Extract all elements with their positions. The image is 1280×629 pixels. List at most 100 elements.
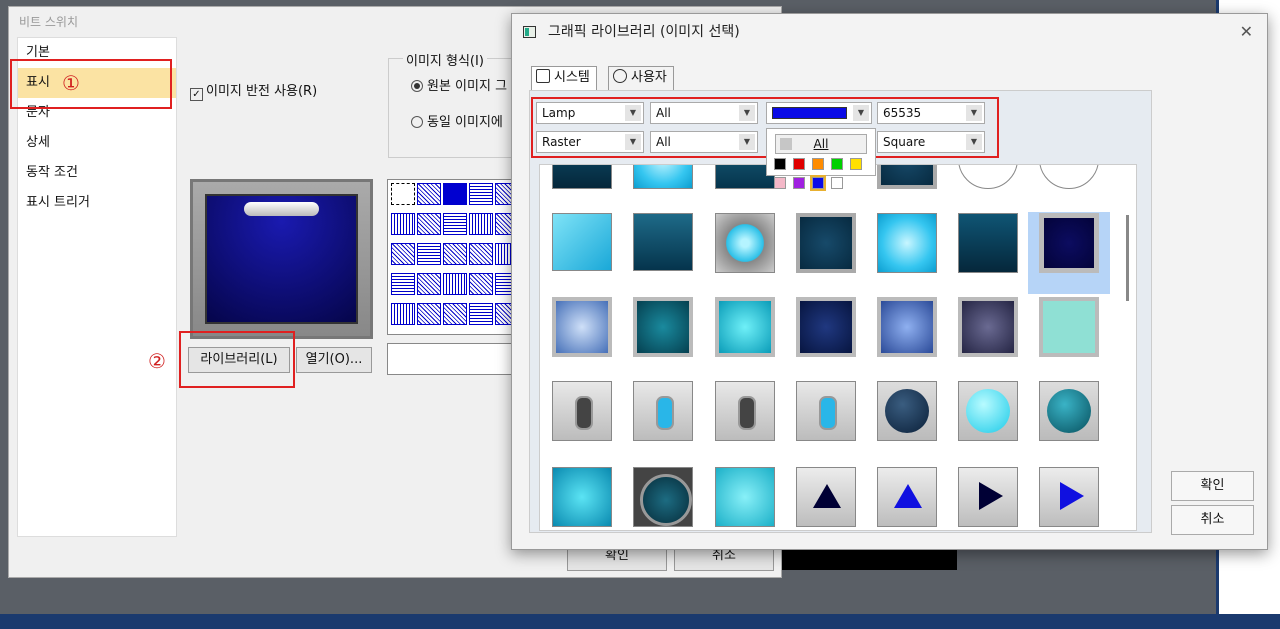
step-marker-2: ② bbox=[148, 349, 166, 373]
grid-item[interactable] bbox=[796, 467, 856, 527]
grid-item[interactable] bbox=[958, 165, 1018, 189]
pattern-swatch[interactable] bbox=[417, 213, 441, 235]
image-preview bbox=[190, 179, 373, 339]
grid-item[interactable] bbox=[1039, 381, 1099, 441]
library-app-icon bbox=[523, 26, 536, 38]
highlight-box-filters bbox=[531, 97, 999, 158]
grid-item[interactable] bbox=[877, 213, 937, 273]
pattern-swatch[interactable] bbox=[443, 303, 467, 325]
grid-item[interactable] bbox=[877, 467, 937, 527]
color-swatch-option[interactable] bbox=[793, 177, 805, 189]
pattern-swatch[interactable] bbox=[417, 183, 441, 205]
image-format-title: 이미지 형식(I) bbox=[403, 50, 487, 69]
grid-item[interactable] bbox=[958, 213, 1018, 273]
grid-item[interactable] bbox=[552, 381, 612, 441]
grid-item[interactable] bbox=[552, 467, 612, 527]
highlight-box-display bbox=[10, 59, 172, 109]
pattern-swatch[interactable] bbox=[391, 213, 415, 235]
pattern-swatch[interactable] bbox=[443, 183, 467, 205]
library-cancel-button[interactable]: 취소 bbox=[1171, 505, 1254, 535]
grid-item[interactable] bbox=[877, 381, 937, 441]
pattern-swatch[interactable] bbox=[469, 243, 493, 265]
invert-image-label: 이미지 반전 사용(R) bbox=[206, 84, 318, 99]
tab-user[interactable]: 사용자 bbox=[608, 66, 674, 90]
pattern-swatch[interactable] bbox=[391, 303, 415, 325]
pattern-swatch[interactable] bbox=[469, 273, 493, 295]
grid-item[interactable] bbox=[796, 381, 856, 441]
grid-scrollbar[interactable] bbox=[1126, 215, 1129, 301]
grid-item[interactable] bbox=[715, 467, 775, 527]
grid-item[interactable] bbox=[715, 297, 775, 357]
pattern-swatch[interactable] bbox=[443, 213, 467, 235]
pattern-swatch[interactable] bbox=[391, 243, 415, 265]
grid-item[interactable] bbox=[633, 467, 693, 527]
settings-nav: 기본 표시 문자 상세 동작 조건 표시 트리거 bbox=[17, 37, 177, 537]
radio-same[interactable]: 동일 이미지에 bbox=[411, 111, 523, 130]
pattern-swatch[interactable] bbox=[469, 183, 493, 205]
pattern-swatch[interactable] bbox=[417, 243, 441, 265]
library-ok-button[interactable]: 확인 bbox=[1171, 471, 1254, 501]
pattern-swatch[interactable] bbox=[417, 303, 441, 325]
pattern-swatch[interactable] bbox=[417, 273, 441, 295]
nav-item-detail[interactable]: 상세 bbox=[18, 128, 176, 158]
grid-item[interactable] bbox=[552, 213, 612, 271]
library-title: 그래픽 라이브러리 (이미지 선택) bbox=[548, 24, 740, 40]
library-titlebar: 그래픽 라이브러리 (이미지 선택) ✕ bbox=[512, 14, 1267, 50]
color-swatch-option[interactable] bbox=[850, 158, 862, 170]
pattern-field[interactable] bbox=[387, 343, 517, 375]
grid-item[interactable] bbox=[958, 381, 1018, 441]
pattern-swatch[interactable] bbox=[469, 303, 493, 325]
gray-swatch-icon bbox=[780, 138, 792, 150]
color-all-label: All bbox=[813, 137, 829, 151]
grid-item[interactable] bbox=[1039, 467, 1099, 527]
image-format-group: 이미지 형식(I) 원본 이미지 그 동일 이미지에 bbox=[388, 50, 523, 158]
radio-same-label: 동일 이미지에 bbox=[427, 115, 503, 130]
tab-system-label: 시스템 bbox=[554, 70, 590, 85]
preview-lamp bbox=[205, 194, 358, 324]
pattern-swatch[interactable] bbox=[391, 273, 415, 295]
grid-item[interactable] bbox=[796, 213, 856, 273]
tab-system[interactable]: 시스템 bbox=[531, 66, 597, 90]
color-swatch-option[interactable] bbox=[831, 158, 843, 170]
nav-item-trigger[interactable]: 표시 트리거 bbox=[18, 188, 176, 218]
highlight-box-library bbox=[179, 331, 295, 388]
grid-item[interactable] bbox=[958, 467, 1018, 527]
step-marker-1: ① bbox=[62, 71, 80, 95]
color-swatch-option[interactable] bbox=[810, 175, 826, 191]
color-swatch-option[interactable] bbox=[812, 158, 824, 170]
bottom-bar bbox=[0, 614, 1280, 629]
pattern-swatch[interactable] bbox=[443, 243, 467, 265]
pattern-palette[interactable] bbox=[387, 179, 519, 335]
grid-item[interactable] bbox=[552, 165, 612, 189]
grid-item[interactable] bbox=[796, 297, 856, 357]
color-swatch-option[interactable] bbox=[774, 158, 786, 170]
grid-item[interactable] bbox=[877, 165, 937, 189]
preview-highlight bbox=[244, 202, 319, 216]
grid-item[interactable] bbox=[1039, 297, 1099, 357]
open-button[interactable]: 열기(O)... bbox=[296, 347, 372, 373]
grid-item[interactable] bbox=[715, 381, 775, 441]
nav-item-condition[interactable]: 동작 조건 bbox=[18, 158, 176, 188]
grid-item[interactable] bbox=[633, 297, 693, 357]
grid-item[interactable] bbox=[633, 165, 693, 189]
pattern-swatch[interactable] bbox=[391, 183, 415, 205]
color-all-button[interactable]: All bbox=[775, 134, 867, 154]
grid-item[interactable] bbox=[552, 297, 612, 357]
pattern-swatch[interactable] bbox=[469, 213, 493, 235]
grid-item[interactable] bbox=[633, 381, 693, 441]
grid-item[interactable] bbox=[1039, 165, 1099, 189]
color-swatch-option[interactable] bbox=[831, 177, 843, 189]
tab-user-label: 사용자 bbox=[631, 70, 667, 85]
color-swatch-option[interactable] bbox=[793, 158, 805, 170]
radio-original-label: 원본 이미지 그 bbox=[427, 79, 508, 94]
grid-item[interactable] bbox=[633, 213, 693, 271]
grid-item[interactable] bbox=[877, 297, 937, 357]
close-icon[interactable]: ✕ bbox=[1240, 14, 1253, 50]
grid-item[interactable] bbox=[715, 213, 775, 273]
invert-image-checkbox[interactable]: ✓ 이미지 반전 사용(R) bbox=[190, 80, 317, 101]
color-swatch-option[interactable] bbox=[774, 177, 786, 189]
grid-item-selected[interactable] bbox=[1039, 213, 1099, 273]
pattern-swatch[interactable] bbox=[443, 273, 467, 295]
grid-item[interactable] bbox=[958, 297, 1018, 357]
radio-original[interactable]: 원본 이미지 그 bbox=[411, 75, 523, 94]
